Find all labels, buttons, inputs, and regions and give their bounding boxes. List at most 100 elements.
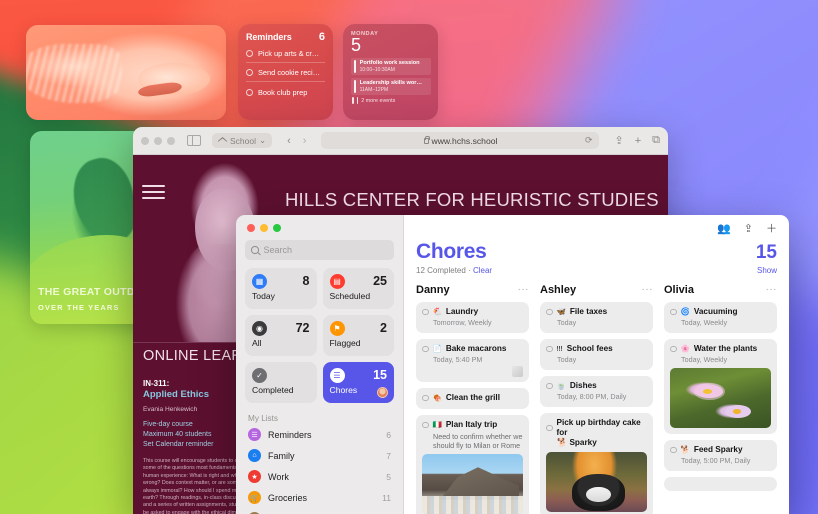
safari-navigation[interactable]: ‹ › xyxy=(287,135,306,147)
smart-list-flagged[interactable]: ⚑ 2 Flagged xyxy=(322,315,394,356)
checkbox-icon[interactable] xyxy=(422,308,429,316)
my-lists-header: My Lists xyxy=(248,414,279,423)
hamburger-menu-icon[interactable] xyxy=(142,185,165,204)
checkbox-icon[interactable] xyxy=(246,88,253,96)
task-card[interactable]: 🍵 Dishes Today, 8:00 PM, Daily xyxy=(540,376,653,407)
maximize-icon[interactable] xyxy=(167,136,175,145)
task-card[interactable]: 🇮🇹 Plan Italy trip Need to confirm wheth… xyxy=(416,415,529,514)
back-icon[interactable]: ‹ xyxy=(287,135,291,147)
task-attachment-thumbnail[interactable] xyxy=(512,366,523,377)
reminders-widget-item[interactable]: Pick up arts & cr… xyxy=(246,43,325,63)
task-title: Pick up birthday cake for xyxy=(556,418,641,437)
calendar-more-events[interactable]: 2 more events xyxy=(351,97,431,104)
photos-poster-widget[interactable]: THE GREAT OUTDOORS OVER THE YEARS xyxy=(30,131,148,324)
share-icon[interactable]: ⇪ xyxy=(744,223,753,235)
minimize-icon[interactable] xyxy=(154,136,162,145)
smart-list-all[interactable]: ◉ 72 All xyxy=(245,315,317,356)
tab-group-button[interactable]: School ⌄ xyxy=(212,133,273,148)
checkbox-icon[interactable] xyxy=(546,424,553,432)
checkbox-icon[interactable] xyxy=(546,382,553,390)
smart-list-completed[interactable]: ✓ Completed xyxy=(245,362,317,403)
smart-list-count: 15 xyxy=(373,368,387,382)
task-card[interactable]: 🐔 Laundry Tomorrow, Weekly xyxy=(416,302,529,333)
window-traffic-lights[interactable] xyxy=(141,136,175,145)
task-card[interactable]: !!! School fees Today xyxy=(540,339,653,370)
reminders-widget-item[interactable]: Book club prep xyxy=(246,82,325,101)
calendar-widget[interactable]: MONDAY 5 Portfolio work session 10:00–10… xyxy=(343,24,438,120)
reminders-widget-item[interactable]: Send cookie reci… xyxy=(246,63,325,82)
list-icon: ☰ xyxy=(248,428,261,441)
column-menu-icon[interactable]: ··· xyxy=(766,285,778,295)
checkbox-icon[interactable] xyxy=(670,345,677,353)
task-card[interactable]: 🍖 Clean the grill xyxy=(416,388,529,409)
tab-group-label: School xyxy=(230,135,256,146)
clear-button[interactable]: Clear xyxy=(473,266,492,275)
minimize-icon[interactable] xyxy=(260,224,268,232)
checkbox-icon[interactable] xyxy=(546,345,553,353)
checkbox-icon[interactable] xyxy=(246,69,253,76)
smart-list-count: 25 xyxy=(373,274,387,288)
close-icon[interactable] xyxy=(141,136,149,145)
share-people-icon[interactable]: 👥 xyxy=(717,223,731,235)
list-item-groceries[interactable]: 🛒 Groceries 11 xyxy=(245,487,394,508)
checkbox-icon[interactable] xyxy=(422,394,429,402)
task-image-dog[interactable] xyxy=(546,452,647,512)
column-menu-icon[interactable]: ··· xyxy=(642,285,654,295)
add-icon[interactable]: ＋ xyxy=(766,223,777,235)
reminders-app-window[interactable]: Search ▦ 8 Today ▤ 25 Scheduled ◉ 72 All… xyxy=(236,215,789,514)
poster-subtitle: OVER THE YEARS xyxy=(38,303,120,312)
list-item-camping-trip[interactable]: ▲ Camping Trip 4 xyxy=(245,508,394,514)
checkbox-icon[interactable] xyxy=(670,308,677,316)
forward-icon[interactable]: › xyxy=(303,135,307,147)
search-icon xyxy=(251,246,259,254)
task-title-line2: 🐕 Sparky xyxy=(557,438,597,447)
smart-lists-grid: ▦ 8 Today ▤ 25 Scheduled ◉ 72 All ⚑ 2 Fl… xyxy=(245,268,394,403)
checkbox-icon[interactable] xyxy=(670,446,677,454)
smart-list-chores[interactable]: ☰ 15 Chores xyxy=(322,362,394,403)
list-item-work[interactable]: ★ Work 5 xyxy=(245,466,394,487)
reminders-widget[interactable]: Reminders 6 Pick up arts & cr… Send cook… xyxy=(238,24,333,120)
checkbox-icon[interactable] xyxy=(422,345,429,353)
checkbox-icon[interactable] xyxy=(546,308,553,316)
window-traffic-lights[interactable] xyxy=(247,224,392,232)
smart-list-scheduled[interactable]: ▤ 25 Scheduled xyxy=(322,268,394,309)
address-bar[interactable]: www.hchs.school ⟳ xyxy=(321,132,600,149)
photos-widget[interactable] xyxy=(26,25,226,120)
reload-icon[interactable]: ⟳ xyxy=(585,135,593,146)
list-item-reminders[interactable]: ☰ Reminders 6 xyxy=(245,424,394,445)
task-card[interactable]: 🦋 File taxes Today xyxy=(540,302,653,333)
task-image-flowers[interactable] xyxy=(670,368,771,428)
calendar-day-number: 5 xyxy=(351,35,362,55)
reminders-sidebar: Search ▦ 8 Today ▤ 25 Scheduled ◉ 72 All… xyxy=(236,215,404,514)
task-card[interactable]: 🌀 Vacuuming Today, Weekly xyxy=(664,302,777,333)
tab-overview-icon[interactable]: ⧉ xyxy=(652,134,660,147)
column-menu-icon[interactable]: ··· xyxy=(518,285,530,295)
checkbox-icon[interactable] xyxy=(246,49,253,57)
task-card[interactable]: 🌸 Water the plants Today, Weekly xyxy=(664,339,777,434)
cart-icon: 🛒 xyxy=(248,491,261,504)
star-icon: ★ xyxy=(248,470,261,483)
task-card[interactable]: 🐕 Feed Sparky Today, 5:00 PM, Daily xyxy=(664,440,777,471)
search-input[interactable]: Search xyxy=(245,240,394,260)
maximize-icon[interactable] xyxy=(273,224,281,232)
calendar-event[interactable]: Portfolio work session 10:00–10:30AM xyxy=(351,58,431,75)
close-icon[interactable] xyxy=(247,224,255,232)
tray-icon: ◉ xyxy=(252,321,267,336)
chores-columns: Danny ··· 🐔 Laundry Tomorrow, Weekly 📄 B… xyxy=(416,284,777,514)
calendar-event[interactable]: Leadership skills wor… 11AM–12PM xyxy=(351,77,431,95)
list-item-label: Family xyxy=(268,450,295,461)
sidebar-toggle-icon[interactable] xyxy=(187,135,201,146)
task-image-italy[interactable] xyxy=(422,454,523,514)
new-tab-icon[interactable]: + xyxy=(635,135,641,147)
list-item-family[interactable]: ⌂ Family 7 xyxy=(245,445,394,466)
smart-list-today[interactable]: ▦ 8 Today xyxy=(245,268,317,309)
event-color-bar xyxy=(356,97,359,104)
task-card[interactable]: Pick up birthday cake for 🐕 Sparky xyxy=(540,413,653,514)
share-icon[interactable]: ⇪ xyxy=(614,134,623,147)
checkbox-icon[interactable] xyxy=(422,421,429,429)
show-completed-button[interactable]: Show xyxy=(757,266,777,275)
flower-petal xyxy=(724,405,751,419)
smart-list-label: Flagged xyxy=(329,338,361,348)
task-card[interactable]: 📄 Bake macarons Today, 5:40 PM xyxy=(416,339,529,382)
task-card[interactable] xyxy=(664,477,777,491)
